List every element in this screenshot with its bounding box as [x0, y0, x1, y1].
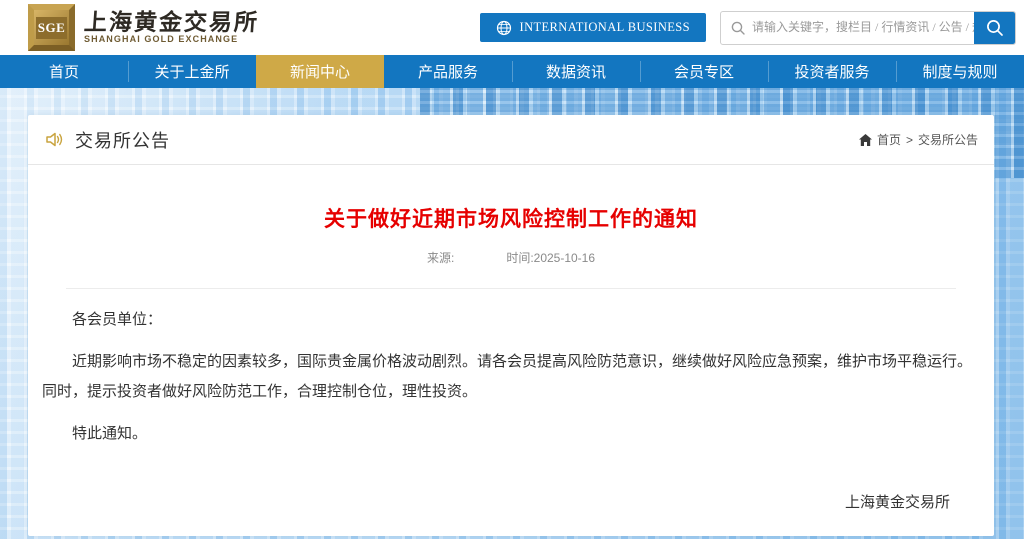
header-actions: INTERNATIONAL BUSINESS — [479, 10, 1016, 45]
meta-divider — [66, 288, 956, 289]
nav-item-home[interactable]: 首页 — [0, 55, 128, 88]
article-paragraph: 各会员单位： — [72, 312, 163, 328]
top-header: SGE 上海黄金交易所 SHANGHAI GOLD EXCHANGE INTER… — [0, 0, 1024, 55]
content-card: 交易所公告 首页 > 交易所公告 关于做好近期市场风险控制工作的通知 来源: 时间… — [28, 115, 994, 536]
main-nav: 首页 关于上金所 新闻中心 产品服务 数据资讯 会员专区 投资者服务 制度与规则 — [0, 55, 1024, 88]
signature-block: 上海黄金交易所 2025年10月16日 — [42, 491, 980, 539]
article-paragraph: 近期影响市场不稳定的因素较多，国际贵金属价格波动剧烈。请各会员提高风险防范意识，… — [42, 354, 973, 400]
nav-item-data[interactable]: 数据资讯 — [512, 55, 640, 88]
logo-title-cn: 上海黄金交易所 — [83, 8, 260, 36]
signature-name: 上海黄金交易所 — [844, 495, 950, 511]
home-icon — [858, 133, 872, 146]
international-business-label: INTERNATIONAL BUSINESS — [519, 20, 690, 34]
breadcrumb-home-link[interactable]: 首页 — [877, 131, 901, 148]
section-title-label: 交易所公告 — [75, 130, 170, 151]
sge-logo[interactable]: SGE 上海黄金交易所 SHANGHAI GOLD EXCHANGE — [28, 4, 260, 51]
article-body: 各会员单位： 近期影响市场不稳定的因素较多，国际贵金属价格波动剧烈。请各会员提高… — [42, 305, 980, 449]
section-header: 交易所公告 首页 > 交易所公告 — [28, 115, 994, 165]
article: 关于做好近期市场风险控制工作的通知 来源: 时间:2025-10-16 各会员单位… — [28, 203, 994, 539]
nav-item-products[interactable]: 产品服务 — [384, 55, 512, 88]
nav-item-news[interactable]: 新闻中心 — [256, 55, 384, 88]
nav-item-members[interactable]: 会员专区 — [640, 55, 768, 88]
breadcrumb-current-link[interactable]: 交易所公告 — [918, 131, 978, 148]
section-title: 交易所公告 — [44, 127, 170, 153]
search-submit-icon — [986, 19, 1003, 36]
search-submit-button[interactable] — [974, 11, 1015, 44]
breadcrumb-separator: > — [905, 132, 913, 147]
article-title: 关于做好近期市场风险控制工作的通知 — [324, 207, 698, 231]
search-icon — [721, 12, 752, 44]
search-input[interactable] — [752, 11, 974, 44]
logo-abbr: SGE — [35, 16, 68, 39]
international-business-button[interactable]: INTERNATIONAL BUSINESS — [479, 13, 706, 42]
globe-icon — [496, 20, 511, 35]
article-time-label: 时间:2025-10-16 — [506, 251, 596, 265]
article-source-label: 来源: — [426, 251, 455, 265]
sge-logo-mark-icon: SGE — [28, 4, 75, 51]
search-bar — [720, 10, 1016, 45]
nav-item-about[interactable]: 关于上金所 — [128, 55, 256, 88]
article-paragraph: 特此通知。 — [72, 426, 148, 442]
logo-text: 上海黄金交易所 SHANGHAI GOLD EXCHANGE — [83, 8, 260, 45]
announcement-speaker-icon — [46, 132, 63, 147]
nav-item-investor-services[interactable]: 投资者服务 — [768, 55, 896, 88]
article-meta: 来源: 时间:2025-10-16 — [42, 249, 980, 266]
nav-item-rules[interactable]: 制度与规则 — [896, 55, 1024, 88]
logo-title-en: SHANGHAI GOLD EXCHANGE — [84, 33, 239, 44]
breadcrumb: 首页 > 交易所公告 — [858, 131, 978, 148]
